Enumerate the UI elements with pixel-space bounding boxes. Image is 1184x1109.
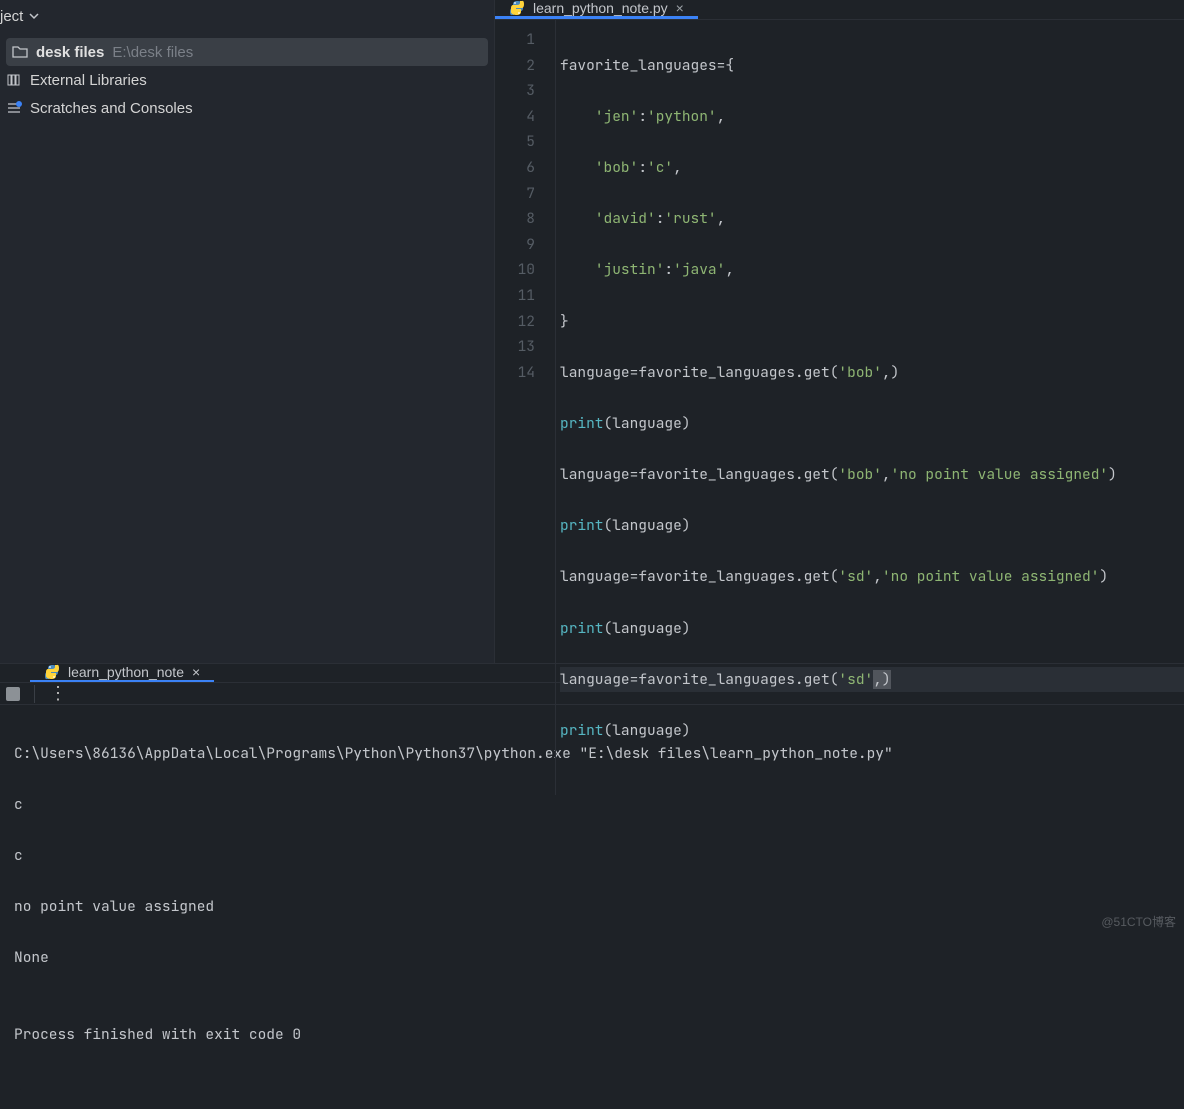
tree-item-scratches[interactable]: Scratches and Consoles (0, 94, 494, 122)
code-line: print(language) (560, 411, 1184, 437)
more-icon[interactable]: ⋮ (49, 683, 69, 704)
tree-item-desk-files[interactable]: desk files E:\desk files (6, 38, 488, 66)
code-line: language=favorite_languages.get('sd',) (560, 667, 1184, 693)
tree-label: Scratches and Consoles (30, 100, 193, 117)
code-line: print(language) (560, 718, 1184, 744)
line-number: 8 (495, 206, 535, 232)
separator (34, 685, 35, 703)
line-number: 5 (495, 129, 535, 155)
code-line: print(language) (560, 616, 1184, 642)
line-number: 2 (495, 53, 535, 79)
code-line: } (560, 309, 1184, 335)
console-line: c (14, 792, 1170, 818)
python-file-icon (509, 0, 525, 16)
library-icon (6, 72, 22, 88)
code-line: 'bob':'c', (560, 155, 1184, 181)
line-number: 3 (495, 78, 535, 104)
close-icon[interactable]: × (676, 0, 684, 16)
tree-item-external-libraries[interactable]: External Libraries (0, 66, 494, 94)
tree-path: E:\desk files (112, 44, 193, 61)
editor-tab-label: learn_python_note.py (533, 0, 668, 16)
chevron-down-icon[interactable] (29, 9, 39, 24)
code-editor[interactable]: 1 2 3 4 5 6 7 8 9 10 11 12 13 14 favorit… (495, 20, 1184, 795)
code-line: print(language) (560, 513, 1184, 539)
console-line: None (14, 945, 1170, 971)
line-number: 11 (495, 283, 535, 309)
project-tree: desk files E:\desk files External Librar… (0, 32, 494, 122)
code-line: language=favorite_languages.get('bob','n… (560, 462, 1184, 488)
line-number: 7 (495, 181, 535, 207)
close-icon[interactable]: × (192, 664, 200, 680)
run-tab[interactable]: learn_python_note × (30, 664, 214, 682)
code-line: 'david':'rust', (560, 206, 1184, 232)
line-number: 1 (495, 27, 535, 53)
project-sidebar: ject desk files E:\desk files External L… (0, 0, 495, 663)
python-file-icon (44, 664, 60, 680)
run-tab-label: learn_python_note (68, 664, 184, 680)
code-line: language=favorite_languages.get('sd','no… (560, 564, 1184, 590)
console-line: c (14, 843, 1170, 869)
line-number: 12 (495, 309, 535, 335)
project-label: ject (0, 8, 23, 25)
line-number: 9 (495, 232, 535, 258)
console-line: Process finished with exit code 0 (14, 1022, 1170, 1048)
editor-tab-bar: learn_python_note.py × (495, 0, 1184, 20)
code-area[interactable]: favorite_languages={ 'jen':'python', 'bo… (555, 20, 1184, 795)
code-line: language=favorite_languages.get('bob',) (560, 360, 1184, 386)
editor-pane: learn_python_note.py × 1 2 3 4 5 6 7 8 9… (495, 0, 1184, 663)
line-number: 14 (495, 360, 535, 386)
project-header[interactable]: ject (0, 0, 494, 32)
line-number: 13 (495, 334, 535, 360)
code-line: 'justin':'java', (560, 257, 1184, 283)
scratch-icon (6, 100, 22, 116)
stop-icon[interactable] (6, 687, 20, 701)
watermark: @51CTO博客 (1101, 913, 1176, 930)
line-number: 4 (495, 104, 535, 130)
code-line: 'jen':'python', (560, 104, 1184, 130)
tree-label: External Libraries (30, 72, 147, 89)
console-line: no point value assigned (14, 894, 1170, 920)
code-line: favorite_languages={ (560, 53, 1184, 79)
tree-label: desk files (36, 44, 104, 61)
line-number: 6 (495, 155, 535, 181)
line-number: 10 (495, 257, 535, 283)
editor-tab[interactable]: learn_python_note.py × (495, 0, 698, 19)
folder-icon (12, 44, 28, 60)
